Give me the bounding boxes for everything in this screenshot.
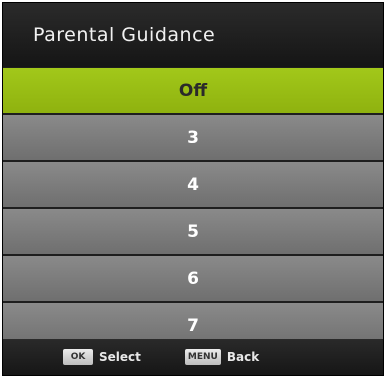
parental-guidance-menu: Parental Guidance Off 3 4 5 6 7 OK Selec… bbox=[2, 2, 384, 376]
option-4[interactable]: 4 bbox=[3, 162, 383, 207]
options-list: Off 3 4 5 6 7 bbox=[3, 68, 383, 350]
menu-title: Parental Guidance bbox=[33, 24, 216, 46]
select-hint: OK Select bbox=[63, 349, 141, 365]
back-label: Back bbox=[226, 350, 260, 364]
select-label: Select bbox=[99, 350, 141, 364]
option-off[interactable]: Off bbox=[3, 68, 383, 113]
option-5[interactable]: 5 bbox=[3, 209, 383, 254]
menu-header: Parental Guidance bbox=[3, 3, 383, 67]
back-hint: MENU Back bbox=[184, 349, 260, 365]
menu-key-icon: MENU bbox=[184, 349, 221, 365]
screen: Parental Guidance Off 3 4 5 6 7 OK Selec… bbox=[0, 0, 390, 382]
option-3[interactable]: 3 bbox=[3, 115, 383, 160]
ok-key-icon: OK bbox=[63, 349, 93, 365]
option-6[interactable]: 6 bbox=[3, 256, 383, 301]
menu-footer: OK Select MENU Back bbox=[3, 339, 383, 375]
